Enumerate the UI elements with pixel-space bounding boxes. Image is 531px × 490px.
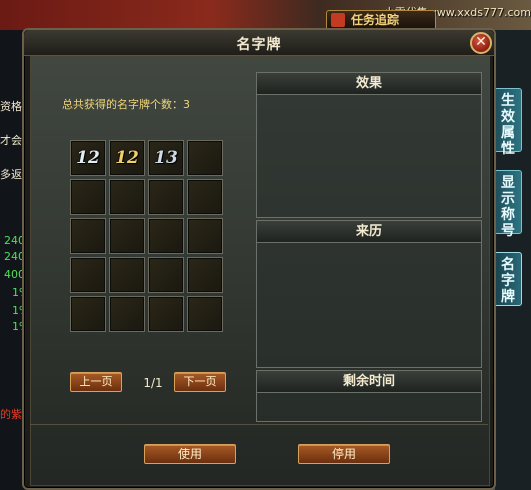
window-title: 名字牌 [236, 37, 282, 53]
name-plate-window: 名字牌 ✕ 总共获得的名字牌个数：3 12 12 13 上一页 1/1 下一页 … [22, 28, 496, 490]
task-icon [331, 13, 345, 27]
name-plate-icon: 13 [154, 148, 178, 168]
plate-slot-empty[interactable] [148, 296, 184, 332]
left-text-4: 的紫 [0, 408, 22, 421]
plate-slot-empty[interactable] [70, 179, 106, 215]
tab-display-title-label: 显示称号 [501, 175, 515, 239]
tab-display-title[interactable]: 显示称号 [494, 170, 522, 239]
plate-slot[interactable]: 13 [148, 140, 184, 176]
name-plate-icon: 12 [115, 148, 139, 168]
plate-slot[interactable]: 12 [70, 140, 106, 176]
divider [30, 424, 488, 425]
page-indicator: 1/1 [143, 376, 163, 390]
plate-slot-empty[interactable] [187, 257, 223, 293]
use-button[interactable]: 使用 [144, 444, 236, 464]
effect-header: 效果 [257, 73, 481, 95]
task-tracking-label: 任务追踪 [351, 13, 400, 27]
plate-slot-empty[interactable] [109, 218, 145, 254]
plate-slot-empty[interactable] [187, 296, 223, 332]
plate-slot-empty[interactable] [70, 257, 106, 293]
close-icon: ✕ [475, 34, 487, 50]
plate-slot-empty[interactable] [187, 179, 223, 215]
plate-slot-empty[interactable] [148, 218, 184, 254]
tab-name-plate-label: 名字牌 [501, 257, 515, 305]
prev-page-button[interactable]: 上一页 [70, 372, 122, 392]
tab-active-attributes-label: 生效属性 [501, 93, 515, 157]
left-text-2: 才会 [0, 134, 22, 147]
tab-name-plate[interactable]: 名字牌 [494, 252, 522, 306]
name-plate-icon: 12 [76, 148, 100, 168]
plate-slot-empty[interactable] [187, 218, 223, 254]
plate-count-label: 总共获得的名字牌个数：3 [62, 98, 190, 111]
close-button[interactable]: ✕ [470, 32, 492, 54]
tab-active-attributes[interactable]: 生效属性 [494, 88, 522, 157]
name-plate-grid: 12 12 13 [70, 140, 223, 332]
plate-slot-empty[interactable] [187, 140, 223, 176]
plate-slot-empty[interactable] [70, 218, 106, 254]
plate-slot-empty[interactable] [70, 296, 106, 332]
task-tracking-button[interactable]: 任务追踪 [326, 10, 436, 30]
left-text-3: 多返 [0, 168, 22, 181]
plate-slot-empty[interactable] [109, 257, 145, 293]
left-text-1: 资格 [0, 100, 22, 113]
source-header: 来历 [257, 221, 481, 243]
stop-button[interactable]: 停用 [298, 444, 390, 464]
plate-slot-empty[interactable] [109, 179, 145, 215]
plate-slot-empty[interactable] [109, 296, 145, 332]
window-title-bar[interactable]: 名字牌 [24, 30, 494, 56]
next-page-button[interactable]: 下一页 [174, 372, 226, 392]
effect-section: 效果 [256, 72, 482, 218]
remaining-time-header: 剩余时间 [257, 371, 481, 393]
plate-slot-empty[interactable] [148, 179, 184, 215]
plate-slot[interactable]: 12 [109, 140, 145, 176]
source-section: 来历 [256, 220, 482, 368]
remaining-time-section: 剩余时间 [256, 370, 482, 422]
plate-slot-empty[interactable] [148, 257, 184, 293]
